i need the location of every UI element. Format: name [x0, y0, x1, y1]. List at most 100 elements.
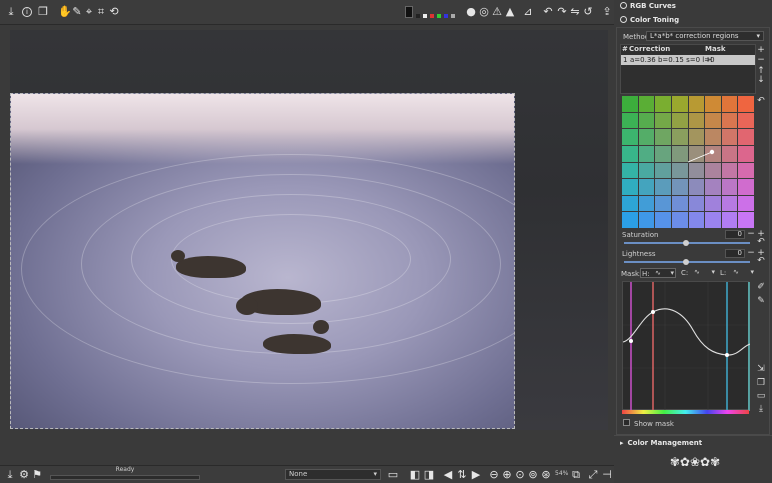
lightness-label: Lightness: [622, 250, 656, 258]
undo-icon[interactable]: ↺: [582, 6, 594, 18]
curve-icon: ∿: [733, 268, 739, 276]
preview-bg-black[interactable]: [416, 14, 420, 18]
ab-correction-overlay: [687, 149, 715, 163]
minus-icon[interactable]: −: [746, 229, 756, 239]
warning-icon-2[interactable]: ▲: [504, 6, 516, 18]
zoom-100-icon[interactable]: ⊚: [527, 469, 539, 481]
gamut-icon[interactable]: ◨: [423, 469, 435, 481]
rotate-right-icon[interactable]: ↷: [556, 6, 568, 18]
method-select[interactable]: L*a*b* correction regions ▾: [646, 31, 764, 41]
next-icon[interactable]: ▶: [470, 469, 482, 481]
info-icon[interactable]: i: [22, 7, 32, 17]
clipping-warn-icon[interactable]: ◎: [478, 6, 490, 18]
add-icon[interactable]: +: [756, 45, 766, 55]
copy-icon[interactable]: ❐: [756, 378, 766, 388]
profile-select[interactable]: None ▾: [285, 469, 381, 480]
mask-curve-editor[interactable]: [622, 281, 751, 411]
mask-l-button[interactable]: L: ∿ ▾: [719, 268, 755, 278]
mask-label: Mask:: [621, 270, 642, 278]
prev-icon[interactable]: ◀: [442, 469, 454, 481]
preview-bg-white[interactable]: [423, 14, 427, 18]
hand-icon[interactable]: ✋: [58, 6, 72, 18]
photo-sky-reflection: [11, 94, 514, 164]
zoom-out-icon[interactable]: ⊖: [488, 469, 500, 481]
load-icon[interactable]: ⇲: [756, 364, 766, 374]
minus-icon[interactable]: −: [746, 248, 756, 258]
row-num: 1: [623, 56, 628, 64]
fullscreen-icon[interactable]: ⤢: [587, 469, 599, 481]
edit-point-icon[interactable]: ✐: [756, 282, 766, 292]
softproof-icon[interactable]: ◧: [409, 469, 421, 481]
saturation-knob[interactable]: [683, 240, 689, 246]
reset-icon[interactable]: ↶: [756, 256, 766, 266]
curve-icon: ∿: [655, 269, 661, 277]
preview-lum[interactable]: [451, 14, 455, 18]
chevron-down-icon: ▾: [373, 470, 377, 478]
preview-blue[interactable]: [444, 14, 448, 18]
photo-crop-area[interactable]: [10, 93, 515, 429]
gear-icon[interactable]: ⚙: [18, 469, 30, 481]
power-icon[interactable]: [620, 2, 627, 9]
chevron-down-icon: ▾: [670, 269, 674, 277]
reset-icon[interactable]: ↶: [756, 237, 766, 247]
straighten-icon[interactable]: ⟲: [108, 6, 120, 18]
export-icon[interactable]: ⇪: [601, 6, 613, 18]
curve-point: [725, 353, 729, 357]
power-icon[interactable]: [620, 16, 627, 23]
rotate-left-icon[interactable]: ↶: [542, 6, 554, 18]
color-toning-title: Color Toning: [630, 16, 680, 24]
method-value: L*a*b* correction regions: [650, 32, 739, 40]
warning-icon[interactable]: ⚠: [491, 6, 503, 18]
reset-icon[interactable]: ↶: [756, 96, 766, 106]
flip-h-icon[interactable]: ⇋: [569, 6, 581, 18]
mask-c-button[interactable]: C: ∿ ▾: [680, 268, 716, 278]
move-down-icon[interactable]: ↓: [756, 75, 766, 85]
save-icon[interactable]: ⤓: [4, 469, 16, 481]
copy-icon[interactable]: ❐: [37, 6, 49, 18]
lightness-knob[interactable]: [683, 259, 689, 265]
divider: [614, 435, 772, 436]
duck-3-head: [313, 320, 329, 334]
show-mask-checkbox[interactable]: [623, 419, 630, 426]
rgb-curves-header[interactable]: RGB Curves: [620, 2, 676, 10]
new-window-icon[interactable]: ⧉: [570, 469, 582, 481]
duck-1-head: [171, 250, 185, 262]
chevron-down-icon: ▾: [756, 32, 760, 40]
preview-red[interactable]: [430, 14, 434, 18]
curve-icon: ∿: [694, 268, 700, 276]
colorpicker-icon[interactable]: ✎: [71, 6, 83, 18]
color-management-header[interactable]: ▸ Color Management: [620, 439, 702, 447]
mask-curve-line: [622, 308, 751, 356]
focus-mask-icon[interactable]: ●: [465, 6, 477, 18]
zoom-crop-icon[interactable]: ⊛: [540, 469, 552, 481]
panel-toggle-icon[interactable]: ⊣: [601, 469, 613, 481]
preview-green[interactable]: [437, 14, 441, 18]
preview-mode-icon[interactable]: [405, 6, 413, 18]
mask-l-label: L:: [720, 269, 727, 277]
region-row[interactable]: 1 a=0.36 b=0.15 s=0 l=0 H: [621, 55, 755, 65]
chevron-down-icon: ▾: [711, 268, 715, 276]
show-mask-label: Show mask: [634, 420, 674, 428]
zoom-fit-icon[interactable]: ⊙: [514, 469, 526, 481]
lightness-value[interactable]: 0: [725, 249, 745, 258]
save-icon[interactable]: ⤓: [756, 404, 766, 414]
saturation-value[interactable]: 0: [725, 230, 745, 239]
crop-icon[interactable]: ⌗: [95, 6, 107, 18]
save-icon[interactable]: ⤓: [5, 6, 17, 18]
zoom-in-icon[interactable]: ⊕: [501, 469, 513, 481]
queue-icon[interactable]: ⚑: [31, 469, 43, 481]
folder-icon[interactable]: ▭: [756, 391, 766, 401]
color-toning-header[interactable]: Color Toning: [620, 16, 679, 24]
mask-h-button[interactable]: H: ∿ ▾: [640, 268, 676, 278]
folder-icon[interactable]: ▭: [387, 469, 399, 481]
profile-select-value: None: [289, 470, 308, 478]
picker-icon[interactable]: ⌖: [83, 6, 95, 18]
col-num: #: [622, 45, 628, 53]
row-correction: a=0.36 b=0.15 s=0 l=0: [630, 56, 715, 64]
duck-2-head: [236, 297, 258, 315]
histogram-icon[interactable]: ⊿: [522, 6, 534, 18]
remove-icon[interactable]: −: [756, 55, 766, 65]
sync-icon[interactable]: ⇅: [456, 469, 468, 481]
col-mask: Mask: [705, 45, 726, 53]
pencil-icon[interactable]: ✎: [756, 296, 766, 306]
